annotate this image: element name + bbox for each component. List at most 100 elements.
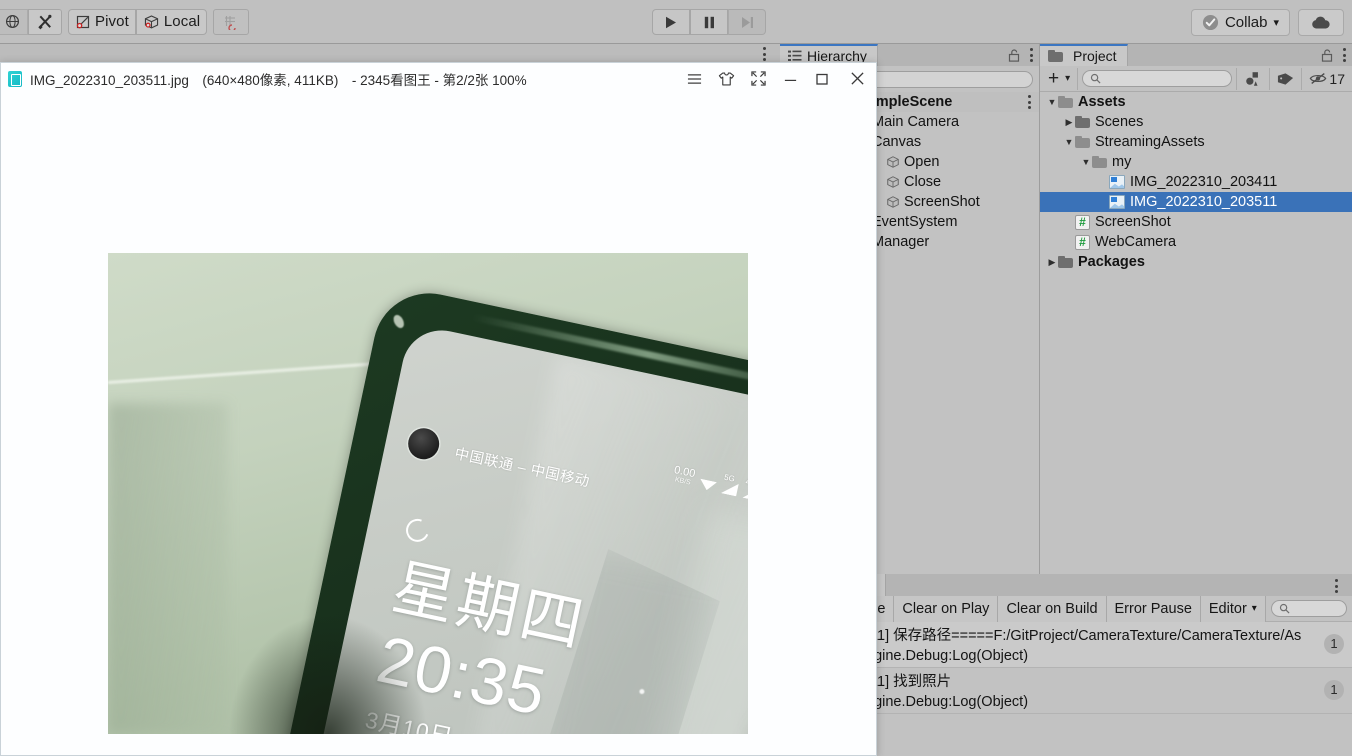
clear-on-play-button[interactable]: Clear on Play [894,595,999,622]
project-tabrow: Project [1040,44,1352,66]
console-log-entry[interactable]: :11] 找到照片 ngine.Debug:Log(Object) 1 [860,668,1352,714]
pause-icon [704,16,714,28]
fullscreen-icon[interactable] [742,63,774,94]
menu-icon[interactable] [678,63,710,94]
editor-dropdown[interactable]: Editor ▾ [1200,595,1266,622]
signal-2-label: 4G [744,477,748,489]
project-search-input[interactable] [1082,70,1233,87]
pivot-button[interactable]: Pivot [68,8,136,35]
clear-on-build-button[interactable]: Clear on Build [998,595,1107,622]
pause-button[interactable] [690,9,728,35]
console-log-line-1: :11] 保存路径=====F:/GitProject/CameraTextur… [866,628,1302,644]
project-item-label: IMG_2022310_203511 [1130,194,1278,210]
close-icon[interactable] [838,63,876,94]
hierarchy-item-label: Close [904,174,942,190]
editor-dropdown-label: Editor [1208,600,1247,617]
hierarchy-tab-actions [1008,44,1033,66]
folder-icon [1075,116,1090,128]
tools-icon[interactable] [28,8,62,35]
create-asset-button[interactable]: + [1040,68,1063,90]
console-log-entry[interactable]: :11] 保存路径=====F:/GitProject/CameraTextur… [860,622,1352,668]
project-item-label: Scenes [1095,114,1144,130]
cube-icon [886,175,900,189]
search-icon [1091,73,1101,84]
project-menu-icon[interactable] [1343,48,1346,62]
scene-context-menu-icon[interactable] [1028,95,1031,109]
project-item-webcamera[interactable]: # WebCamera [1040,232,1352,252]
scene-view-menu-icon[interactable] [763,47,766,61]
project-tab-actions [1321,44,1346,66]
create-asset-caret-icon[interactable]: ▾ [1063,67,1079,90]
folder-open-icon [1058,96,1073,108]
filter-by-label-icon[interactable] [1269,67,1301,90]
eye-off-icon [1310,73,1327,84]
cube-icon [144,14,158,28]
image-viewer-window: IMG_2022310_203511.jpg (640×480像素, 411KB… [0,62,877,756]
signal-2-icon: 4G [742,477,748,501]
console-search-input[interactable] [1270,600,1347,617]
console-tabrow [860,574,1352,596]
hidden-packages-count[interactable]: 17 [1301,67,1352,90]
case-edge-highlight [391,313,407,330]
csharp-script-icon: # [1075,234,1090,250]
tab-project[interactable]: Project [1040,44,1128,66]
hierarchy-item-label: Open [904,154,940,170]
lock-icon[interactable] [1008,48,1020,62]
filter-by-type-icon[interactable] [1236,67,1269,90]
app-root: Pivot Local Collab ▾ Hierarchy SampleSce… [0,0,1352,756]
project-item-img-2022310-203411[interactable]: IMG_2022310_203411 [1040,172,1352,192]
project-tree: ▼ Assets ▶ Scenes ▼ StreamingAssets ▼ my IMG_202… [1040,92,1352,272]
console-panel: pse Clear on Play Clear on Build Error P… [860,574,1352,756]
skin-icon[interactable] [710,63,742,94]
minimize-icon[interactable] [774,63,806,94]
local-button[interactable]: Local [135,8,208,35]
project-item-label: ScreenShot [1095,214,1171,230]
folder-icon [1048,50,1063,62]
project-item-streamingassets[interactable]: ▼ StreamingAssets [1040,132,1352,152]
maximize-icon[interactable] [806,63,838,94]
globe-icon[interactable] [0,8,28,35]
photo-bottom-shadow [228,614,428,734]
hierarchy-item-label: Canvas [872,134,922,150]
play-button[interactable] [652,9,690,35]
project-item-my[interactable]: ▼ my [1040,152,1352,172]
chevron-right-icon[interactable]: ▶ [1063,112,1075,132]
hierarchy-item-label: Main Camera [872,114,960,130]
cube-icon [886,155,900,169]
console-toolbar: pse Clear on Play Clear on Build Error P… [860,595,1352,622]
lock-icon[interactable] [1321,48,1333,62]
check-circle-icon [1202,14,1218,31]
app-logo-icon [8,70,22,87]
chevron-down-icon: ▾ [1251,603,1257,614]
image-viewer-canvas[interactable]: 中国联通 – 中国移动 0.00 KB/S 5G 4G 星期四 20:35 [1,94,876,755]
project-item-screenshot[interactable]: # ScreenShot [1040,212,1352,232]
network-speed-indicator: 0.00 KB/S [671,464,696,487]
project-item-packages[interactable]: ▶ Packages [1040,252,1352,272]
console-log-list: :11] 保存路径=====F:/GitProject/CameraTextur… [860,622,1352,714]
chevron-down-icon[interactable]: ▼ [1063,132,1075,152]
cube-icon [886,195,900,209]
console-menu-icon[interactable] [1335,579,1338,593]
console-log-count-badge: 1 [1324,634,1344,654]
folder-icon [1058,256,1073,268]
collab-button[interactable]: Collab ▾ [1190,9,1290,36]
project-filter-buttons: 17 [1236,66,1352,92]
chevron-down-icon[interactable]: ▼ [1080,152,1092,172]
chevron-down-icon[interactable]: ▼ [1046,92,1058,112]
project-item-assets[interactable]: ▼ Assets [1040,92,1352,112]
cloud-button[interactable] [1298,9,1344,36]
image-viewer-titlebar[interactable]: IMG_2022310_203511.jpg (640×480像素, 411KB… [1,63,876,94]
pivot-label: Pivot [95,13,129,30]
collab-label: Collab [1224,14,1268,31]
play-icon [666,16,676,28]
error-pause-button[interactable]: Error Pause [1106,595,1201,622]
project-item-scenes[interactable]: ▶ Scenes [1040,112,1352,132]
pivot-icon [76,15,90,28]
console-log-count-badge: 1 [1324,680,1344,700]
step-button[interactable] [728,9,766,35]
grid-snapping-icon[interactable] [213,8,250,35]
chevron-right-icon[interactable]: ▶ [1046,252,1058,272]
hierarchy-menu-icon[interactable] [1030,48,1033,62]
project-item-img-2022310-203511[interactable]: IMG_2022310_203511 [1040,192,1352,212]
image-file-icon [1109,175,1125,189]
